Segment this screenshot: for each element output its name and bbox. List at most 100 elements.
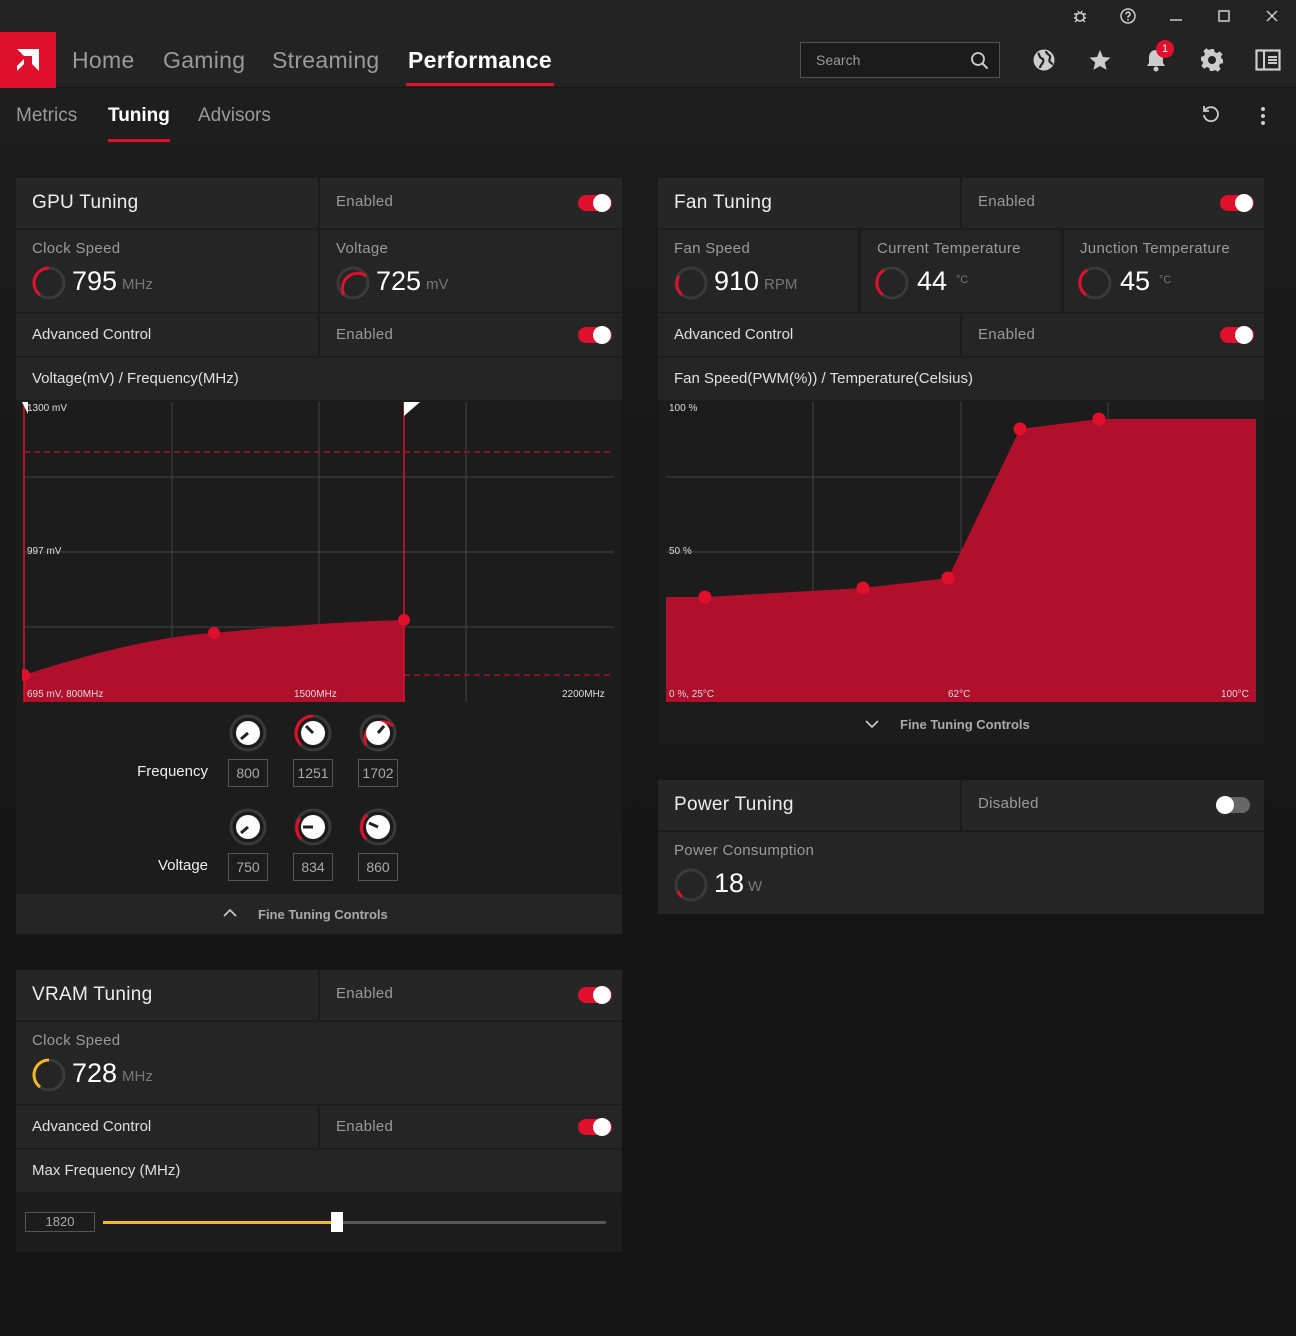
frequency-input-2[interactable]: 1251 [293,759,333,787]
chevron-down-icon [865,720,879,729]
fan-tuning-header: Fan Tuning [658,178,960,228]
power-tuning-title: Power Tuning [674,794,794,815]
gpu-advanced-toggle[interactable] [578,326,612,344]
subtab-metrics[interactable]: Metrics [16,88,77,144]
fan-x-max-label: 100°C [1221,689,1249,700]
vf-curve-svg [22,402,614,702]
fan-tuning-toggle[interactable] [1220,194,1254,212]
vf-point-3[interactable] [398,614,410,626]
main-nav: Home Gaming Streaming Performance 1 [0,32,1296,88]
chevron-up-icon [223,908,237,917]
power-tuning-toggle[interactable] [1216,796,1250,814]
fan-point-3[interactable] [941,571,955,585]
amd-logo-icon[interactable] [0,32,56,88]
vram-clock-unit: MHz [122,1068,153,1085]
voltage-knob-1[interactable] [229,808,267,846]
vram-max-frequency-label: Max Frequency (MHz) [32,1162,181,1179]
frequency-knob-3[interactable] [359,714,397,752]
gpu-clock-unit: MHz [122,276,153,293]
gpu-clock-speed-metric: Clock Speed 795 MHz [16,230,318,312]
nav-tab-performance[interactable]: Performance [406,32,554,88]
power-tuning-status: Disabled [962,780,1264,830]
help-icon[interactable] [1104,0,1152,32]
fan-chart-header: Fan Speed(PWM(%)) / Temperature(Celsius) [658,358,1264,400]
nav-tab-streaming[interactable]: Streaming [272,32,380,88]
frequency-input-3[interactable]: 1702 [358,759,398,787]
vram-clock-label: Clock Speed [32,1032,121,1049]
voltage-input-3[interactable]: 860 [358,853,398,881]
gpu-fine-tuning-label: Fine Tuning Controls [258,907,388,922]
minimize-icon[interactable] [1152,0,1200,32]
reset-icon[interactable] [1200,104,1222,131]
fan-fine-tuning-toggle[interactable]: Fine Tuning Controls [658,704,1264,744]
vf-y-max-label: 1300 mV [27,403,68,414]
junction-temperature-label: Junction Temperature [1080,240,1230,257]
gpu-voltage-value: 725 [376,266,422,296]
bell-icon[interactable]: 1 [1140,40,1174,76]
active-subtab-indicator [108,139,170,142]
junction-temperature-gauge-icon [1078,266,1112,300]
fan-point-2[interactable] [856,581,870,595]
current-temperature-metric: Current Temperature 44 °C [861,230,1061,312]
vram-max-frequency-input[interactable]: 1820 [25,1212,95,1232]
nav-tab-performance-label: Performance [408,47,552,73]
vf-point-2[interactable] [208,627,220,639]
nav-tab-home[interactable]: Home [72,32,135,88]
subtab-tuning-label: Tuning [108,105,170,126]
gear-icon[interactable] [1196,44,1228,76]
vram-clock-speed-metric: Clock Speed 728 MHz [16,1022,622,1104]
vram-tuning-status: Enabled [320,970,622,1020]
gpu-advanced-status-label: Enabled [336,326,394,343]
frequency-knob-2[interactable] [294,714,332,752]
fan-advanced-status-label: Enabled [978,326,1036,343]
voltage-input-1[interactable]: 750 [228,853,268,881]
nav-tab-gaming[interactable]: Gaming [163,32,245,88]
vram-tuning-header: VRAM Tuning [16,970,318,1020]
power-tuning-panel: Power Tuning Disabled Power Consumption … [658,780,1264,914]
vram-max-frequency-slider[interactable] [103,1212,606,1232]
star-icon[interactable] [1084,44,1116,76]
sidebar-icon[interactable] [1252,44,1284,76]
fan-point-5[interactable] [1092,412,1106,426]
more-options-icon[interactable] [1260,106,1266,131]
maximize-icon[interactable] [1200,0,1248,32]
voltage-input-2[interactable]: 834 [293,853,333,881]
vram-tuning-toggle[interactable] [578,986,612,1004]
fan-point-1[interactable] [698,590,712,604]
power-consumption-gauge-icon [674,868,708,902]
fan-curve-chart: 100 % 50 % 0 %, 25°C 62°C 100°C [666,402,1256,702]
search-input[interactable] [801,43,961,77]
gpu-voltage-gauge-icon [336,266,370,300]
subtab-advisors[interactable]: Advisors [198,88,271,144]
vram-slider-fill [103,1221,338,1224]
gpu-fine-tuning-toggle[interactable]: Fine Tuning Controls [16,894,622,934]
voltage-knob-2[interactable] [294,808,332,846]
current-temperature-unit: °C [956,274,969,286]
frequency-knob-1[interactable] [229,714,267,752]
vram-slider-thumb[interactable] [331,1212,344,1232]
fan-tuning-status-label: Enabled [978,193,1036,210]
vf-x-max-label: 2200MHz [562,689,605,700]
vf-y-mid-label: 997 mV [27,546,62,557]
gpu-tuning-toggle[interactable] [578,194,612,212]
vram-advanced-toggle[interactable] [578,1118,612,1136]
gpu-tuning-title: GPU Tuning [32,192,139,213]
voltage-knob-3[interactable] [359,808,397,846]
gpu-voltage-label: Voltage [336,240,389,257]
voltage-knob-label: Voltage [157,857,208,874]
frequency-input-1[interactable]: 800 [228,759,268,787]
close-icon[interactable] [1248,0,1296,32]
vram-advanced-control: Advanced Control [16,1106,318,1148]
sub-nav: Metrics Tuning Advisors [0,88,1296,144]
search-icon[interactable] [970,51,989,75]
current-temperature-gauge-icon [875,266,909,300]
fan-x-mid-label: 62°C [948,689,971,700]
fan-point-4[interactable] [1013,422,1027,436]
fan-advanced-toggle[interactable] [1220,326,1254,344]
power-tuning-status-label: Disabled [978,795,1039,812]
search-box [800,42,1000,78]
subtab-tuning[interactable]: Tuning [108,88,170,144]
bug-icon[interactable] [1056,0,1104,32]
globe-icon[interactable] [1028,44,1060,76]
gpu-clock-label: Clock Speed [32,240,121,257]
